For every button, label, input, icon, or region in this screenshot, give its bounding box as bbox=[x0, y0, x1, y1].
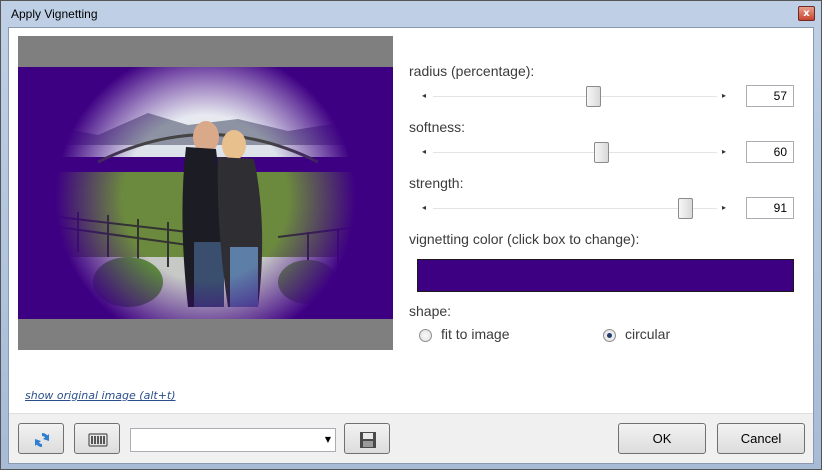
softness-decrease-button[interactable]: ◂ bbox=[417, 144, 431, 160]
radius-slider-thumb[interactable] bbox=[586, 86, 602, 107]
softness-track bbox=[433, 152, 717, 153]
strength-label: strength: bbox=[409, 175, 464, 191]
chevron-down-icon: ▼ bbox=[324, 435, 331, 444]
radius-label: radius (percentage): bbox=[409, 63, 535, 79]
keyboard-icon bbox=[88, 433, 108, 447]
cancel-button[interactable]: Cancel bbox=[717, 423, 805, 454]
strength-value-field[interactable]: 91 bbox=[746, 197, 794, 219]
radius-slider[interactable]: ◂ ▸ 57 bbox=[417, 85, 795, 109]
shape-label: shape: bbox=[409, 303, 452, 319]
randomize-button[interactable] bbox=[74, 423, 120, 454]
circular-label[interactable]: circular bbox=[625, 326, 670, 342]
strength-track bbox=[433, 208, 717, 209]
softness-slider[interactable]: ◂ ▸ 60 bbox=[417, 141, 795, 165]
strength-slider-thumb[interactable] bbox=[677, 198, 693, 219]
softness-slider-thumb[interactable] bbox=[594, 142, 610, 163]
window-title: Apply Vignetting bbox=[11, 7, 98, 21]
preset-dropdown[interactable]: ▼ bbox=[130, 428, 336, 452]
reset-button[interactable] bbox=[18, 423, 64, 454]
save-icon bbox=[360, 432, 376, 448]
radius-value-field[interactable]: 57 bbox=[746, 85, 794, 107]
dialog-client-area: show original image (alt+t) radius (perc… bbox=[8, 27, 814, 464]
close-button[interactable]: x bbox=[798, 6, 815, 21]
vignetting-color-swatch[interactable] bbox=[417, 259, 794, 292]
softness-increase-button[interactable]: ▸ bbox=[717, 144, 731, 160]
strength-slider[interactable]: ◂ ▸ 91 bbox=[417, 197, 795, 221]
radius-track bbox=[433, 96, 717, 97]
dialog-footer: ▼ OK Cancel bbox=[9, 413, 813, 463]
radius-increase-button[interactable]: ▸ bbox=[717, 88, 731, 104]
save-preset-button[interactable] bbox=[344, 423, 390, 454]
strength-decrease-button[interactable]: ◂ bbox=[417, 200, 431, 216]
fit-to-image-radio[interactable] bbox=[419, 329, 432, 342]
preview-image bbox=[18, 67, 393, 319]
strength-increase-button[interactable]: ▸ bbox=[717, 200, 731, 216]
show-original-link[interactable]: show original image (alt+t) bbox=[25, 389, 176, 402]
refresh-icon bbox=[35, 433, 49, 447]
preview-area bbox=[18, 36, 393, 350]
softness-label: softness: bbox=[409, 119, 466, 135]
radius-decrease-button[interactable]: ◂ bbox=[417, 88, 431, 104]
vignetting-color-label: vignetting color (click box to change): bbox=[409, 231, 640, 247]
softness-value-field[interactable]: 60 bbox=[746, 141, 794, 163]
dialog-window: Apply Vignetting x show original image (… bbox=[0, 0, 822, 470]
circular-radio[interactable] bbox=[603, 329, 616, 342]
title-bar: Apply Vignetting x bbox=[1, 1, 821, 27]
fit-to-image-label[interactable]: fit to image bbox=[441, 326, 509, 342]
vignette-overlay bbox=[18, 67, 393, 319]
ok-button[interactable]: OK bbox=[618, 423, 706, 454]
